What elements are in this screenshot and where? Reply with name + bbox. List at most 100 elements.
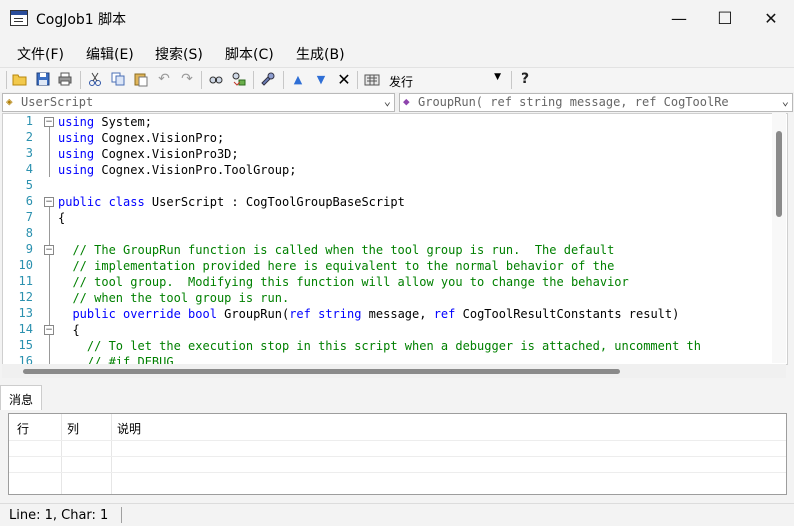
code-token: GroupRun( <box>216 307 290 321</box>
code-editor[interactable]: 1 2 3 4 5 6 7 8 9 10 11 12 13 14 15 16 −… <box>2 113 788 365</box>
column-header-column[interactable]: 列 <box>67 420 79 437</box>
code-line[interactable]: public override bool GroupRun(ref string… <box>58 306 679 322</box>
line-number: 3 <box>25 146 33 160</box>
code-line[interactable]: using System; <box>58 114 152 130</box>
undo-icon[interactable]: ↶ <box>156 71 172 87</box>
code-token: CogToolResultConstants result) <box>455 307 680 321</box>
code-token: Cognex.VisionPro3D; <box>94 147 239 161</box>
code-line[interactable]: // tool group. Modifying this function w… <box>58 274 628 290</box>
column-header-description[interactable]: 说明 <box>117 420 141 437</box>
code-line[interactable]: using Cognex.VisionPro3D; <box>58 146 239 162</box>
replace-icon[interactable] <box>231 71 247 87</box>
save-icon[interactable] <box>35 71 51 87</box>
code-keyword: public class <box>58 195 145 209</box>
line-number: 8 <box>25 226 33 240</box>
code-line[interactable]: { <box>58 210 65 226</box>
move-down-icon[interactable]: ▼ <box>313 71 329 87</box>
line-number: 9 <box>25 242 33 256</box>
minimize-button[interactable]: — <box>656 0 702 37</box>
code-token: message, <box>361 307 434 321</box>
member-combo[interactable]: ◆ GroupRun( ref string message, ref CogT… <box>399 93 793 112</box>
row-divider <box>9 456 786 457</box>
cut-icon[interactable] <box>87 71 103 87</box>
column-header-line[interactable]: 行 <box>17 420 29 437</box>
menu-file[interactable]: 文件(F) <box>17 44 64 64</box>
collapse-icon[interactable]: − <box>44 117 54 127</box>
code-keyword: using <box>58 115 95 129</box>
config-icon[interactable] <box>364 71 380 87</box>
code-line[interactable]: // The GroupRun function is called when … <box>58 242 614 258</box>
class-combo[interactable]: ◈ UserScript ⌄ <box>2 93 395 112</box>
paste-icon[interactable] <box>133 71 149 87</box>
fold-guide <box>49 127 50 177</box>
code-line[interactable]: // To let the execution stop in this scr… <box>58 338 701 354</box>
horizontal-scroll-thumb[interactable] <box>23 369 620 374</box>
toolbar-separator <box>201 71 202 89</box>
code-keyword: using <box>58 147 95 161</box>
message-list[interactable]: 行 列 说明 <box>8 413 787 495</box>
menu-script[interactable]: 脚本(C) <box>225 44 274 64</box>
title-bar: CogJob1 脚本 — ☐ ✕ <box>0 0 794 37</box>
row-divider <box>9 440 786 441</box>
menu-edit[interactable]: 编辑(E) <box>86 44 134 64</box>
menu-search[interactable]: 搜索(S) <box>155 44 203 64</box>
configuration-select[interactable]: 发行 ▼ <box>385 70 507 89</box>
line-number: 14 <box>18 322 33 336</box>
move-up-icon[interactable]: ▲ <box>290 71 306 87</box>
code-token: UserScript : CogToolGroupBaseScript <box>144 195 405 209</box>
status-separator <box>121 507 122 523</box>
navigation-bar: ◈ UserScript ⌄ ◆ GroupRun( ref string me… <box>0 92 794 112</box>
open-folder-icon[interactable] <box>12 71 28 87</box>
collapse-icon[interactable]: − <box>44 197 54 207</box>
delete-icon[interactable]: ✕ <box>336 70 352 89</box>
column-divider <box>61 414 62 494</box>
code-keyword: using <box>58 131 95 145</box>
code-line[interactable]: using Cognex.VisionPro.ToolGroup; <box>58 162 296 178</box>
code-token: { <box>58 323 80 337</box>
code-line[interactable]: { <box>58 322 80 338</box>
row-divider <box>9 472 786 473</box>
app-script-icon <box>10 10 28 26</box>
line-number: 7 <box>25 210 33 224</box>
close-button[interactable]: ✕ <box>748 0 794 37</box>
code-line[interactable]: // when the tool group is run. <box>58 290 289 306</box>
find-icon[interactable] <box>208 71 224 87</box>
collapse-icon[interactable]: − <box>44 245 54 255</box>
line-number: 15 <box>18 338 33 352</box>
line-number: 2 <box>25 130 33 144</box>
code-token: Cognex.VisionPro.ToolGroup; <box>94 163 297 177</box>
class-icon: ◈ <box>6 95 13 108</box>
code-line[interactable]: // implementation provided here is equiv… <box>58 258 614 274</box>
code-comment: // when the tool group is run. <box>58 291 290 305</box>
help-icon[interactable]: ? <box>517 71 533 87</box>
collapse-icon[interactable]: − <box>44 325 54 335</box>
toolbar-grip <box>6 71 7 89</box>
toolbar-separator <box>253 71 254 89</box>
code-keyword: ref string <box>289 307 362 321</box>
copy-icon[interactable] <box>110 71 126 87</box>
chevron-down-icon: ⌄ <box>381 94 391 108</box>
code-comment: // implementation provided here is equiv… <box>58 259 615 273</box>
toolbar-separator <box>283 71 284 89</box>
code-keyword: ref <box>433 307 456 321</box>
build-icon[interactable] <box>260 71 276 87</box>
line-number: 13 <box>18 306 33 320</box>
method-icon: ◆ <box>403 95 410 108</box>
redo-icon[interactable]: ↷ <box>179 71 195 87</box>
code-line[interactable]: public class UserScript : CogToolGroupBa… <box>58 194 405 210</box>
maximize-button[interactable]: ☐ <box>702 0 748 37</box>
tab-messages[interactable]: 消息 <box>0 385 42 410</box>
class-combo-value: UserScript <box>21 95 94 109</box>
menu-build[interactable]: 生成(B) <box>296 44 345 64</box>
toolbar: ↶ ↷ ▲ ▼ ✕ 发行 ▼ ? <box>0 67 794 93</box>
toolbar-separator <box>80 71 81 89</box>
code-token: { <box>58 211 66 225</box>
code-line[interactable]: // #if DEBUG <box>58 354 174 364</box>
configuration-value: 发行 <box>389 75 414 89</box>
print-icon[interactable] <box>57 71 73 87</box>
vertical-scroll-thumb[interactable] <box>776 131 782 217</box>
line-number-gutter: 1 2 3 4 5 6 7 8 9 10 11 12 13 14 15 16 <box>3 114 39 364</box>
code-text[interactable]: using System; using Cognex.VisionPro; usin… <box>58 114 778 364</box>
code-line[interactable]: using Cognex.VisionPro; <box>58 130 224 146</box>
code-token: System; <box>94 115 152 129</box>
